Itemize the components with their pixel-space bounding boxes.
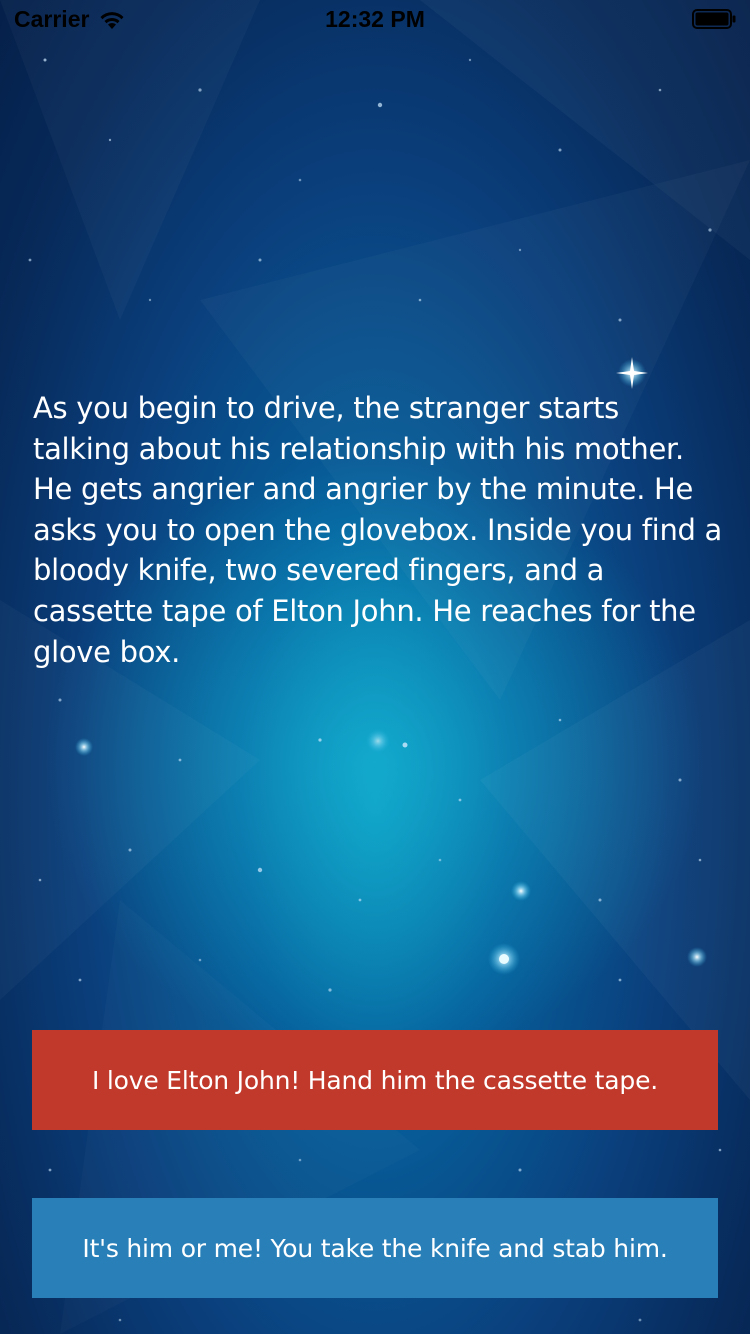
status-time: 12:32 PM — [325, 6, 425, 32]
choice-1-button[interactable]: I love Elton John! Hand him the cassette… — [32, 1030, 718, 1130]
battery-icon — [692, 9, 736, 29]
story-text: As you begin to drive, the stranger star… — [33, 391, 723, 669]
status-bar: Carrier 12:32 PM — [0, 0, 750, 40]
choice-2-button[interactable]: It's him or me! You take the knife and s… — [32, 1198, 718, 1298]
